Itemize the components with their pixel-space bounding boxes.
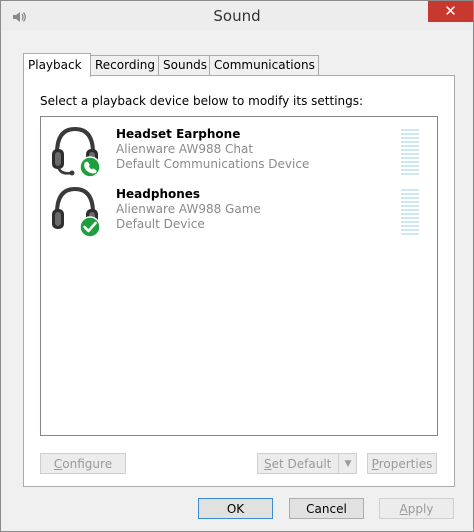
headset-icon bbox=[52, 126, 101, 178]
properties-accelerator: P bbox=[371, 457, 379, 471]
device-status: Default Device bbox=[116, 217, 205, 231]
tab-communications[interactable]: Communications bbox=[209, 55, 319, 75]
device-status: Default Communications Device bbox=[116, 157, 310, 171]
checkmark-badge-icon bbox=[79, 216, 101, 238]
window-title: Sound bbox=[213, 7, 261, 25]
set-default-button[interactable]: Set Default ▼ bbox=[257, 453, 357, 474]
device-item-headset-earphone[interactable]: Headset Earphone Alienware AW988 Chat De… bbox=[41, 121, 435, 183]
sound-dialog: Sound ✕ Playback Recording Sounds Commun… bbox=[0, 0, 474, 532]
phone-badge-icon bbox=[79, 156, 101, 178]
device-model: Alienware AW988 Chat bbox=[116, 142, 254, 156]
apply-button[interactable]: Apply bbox=[379, 498, 454, 519]
tab-recording[interactable]: Recording bbox=[90, 55, 160, 75]
properties-button[interactable]: Properties bbox=[367, 453, 437, 474]
device-item-headphones[interactable]: Headphones Alienware AW988 Game Default … bbox=[41, 181, 435, 243]
device-model: Alienware AW988 Game bbox=[116, 202, 261, 216]
volume-level-meter bbox=[401, 189, 419, 235]
close-button[interactable]: ✕ bbox=[428, 1, 473, 22]
close-icon: ✕ bbox=[444, 2, 457, 20]
ok-button[interactable]: OK bbox=[198, 498, 273, 519]
tab-sounds[interactable]: Sounds bbox=[158, 55, 211, 75]
device-details: Headset Earphone Alienware AW988 Chat De… bbox=[116, 127, 309, 172]
playback-device-list[interactable]: Headset Earphone Alienware AW988 Chat De… bbox=[40, 116, 438, 436]
volume-level-meter bbox=[401, 129, 419, 175]
device-details: Headphones Alienware AW988 Game Default … bbox=[116, 187, 261, 232]
instruction-text: Select a playback device below to modify… bbox=[40, 94, 364, 108]
configure-button[interactable]: Configure bbox=[40, 453, 126, 474]
cancel-button[interactable]: Cancel bbox=[289, 498, 364, 519]
set-default-accelerator: S bbox=[264, 457, 272, 471]
device-name: Headset Earphone bbox=[116, 127, 241, 141]
set-default-dropdown-arrow[interactable]: ▼ bbox=[338, 454, 357, 473]
tab-playback[interactable]: Playback bbox=[23, 53, 91, 77]
playback-panel: Select a playback device below to modify… bbox=[23, 75, 455, 487]
apply-accelerator: A bbox=[399, 502, 408, 516]
title-bar[interactable]: Sound ✕ bbox=[1, 1, 473, 31]
device-name: Headphones bbox=[116, 187, 201, 201]
headphones-icon bbox=[52, 186, 101, 238]
